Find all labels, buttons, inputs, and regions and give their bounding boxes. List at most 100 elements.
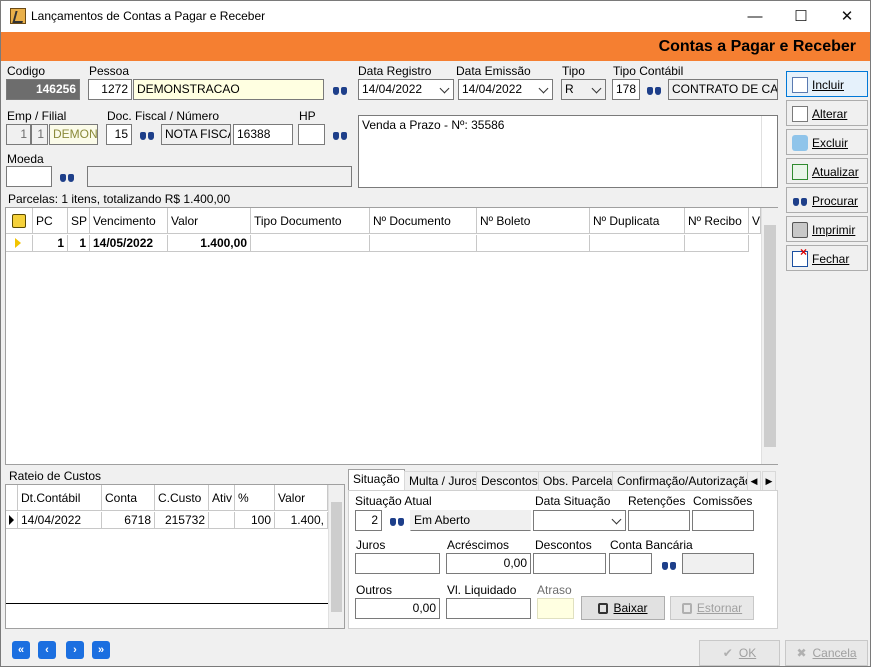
cell-sp[interactable]: 1 [68,235,90,252]
data-emissao-label: Data Emissão [456,64,531,78]
tab-multa-juros[interactable]: Multa / Juros [404,471,483,490]
minimize-button[interactable]: — [732,1,778,32]
col-vencimento[interactable]: Vencimento [90,208,168,234]
cell-n-boleto[interactable] [477,235,590,252]
col-conta[interactable]: Conta [102,485,155,511]
tipo-select[interactable]: R [561,79,606,100]
col-ccusto[interactable]: C.Custo [155,485,209,511]
moeda-field[interactable] [6,166,52,187]
situacao-search-icon[interactable] [389,514,405,528]
baixar-button[interactable]: Baixar [581,596,665,620]
tab-situacao[interactable]: Situação [348,469,405,490]
col-valor[interactable]: Valor [168,208,251,234]
hp-field[interactable] [298,124,325,145]
cell-n-documento[interactable] [370,235,477,252]
tab-scroll-left-icon[interactable]: ◀ [747,471,761,490]
tipo-contabil-code-field[interactable]: 178 [612,79,640,100]
cell-vencimento[interactable]: 14/05/2022 [90,235,168,252]
doc-fiscal-code-field[interactable]: 15 [106,124,132,145]
incluir-button[interactable]: Incluir [786,71,868,97]
cell-pct[interactable]: 100 [235,512,275,529]
tipo-contabil-search-icon[interactable] [646,83,662,97]
procurar-button[interactable]: Procurar [786,187,868,213]
cell-pc[interactable]: 1 [33,235,68,252]
ok-button[interactable]: ✔ OK [699,640,780,666]
cell-conta[interactable]: 6718 [102,512,155,529]
maximize-button[interactable]: ☐ [778,1,824,32]
tab-scroll-right-icon[interactable]: ▶ [762,471,776,490]
lock-icon [598,603,609,614]
close-button[interactable]: ✕ [824,1,870,32]
col-dt-contabil[interactable]: Dt.Contábil [18,485,102,511]
col-n-recibo[interactable]: Nº Recibo [685,208,749,234]
scroll-thumb[interactable] [331,502,342,612]
last-record-button[interactable]: » [92,641,110,659]
rateio-vscrollbar[interactable] [328,485,344,628]
tab-confirmacao[interactable]: Confirmação/Autorização [612,471,757,490]
col-pct[interactable]: % [235,485,275,511]
doc-numero-field[interactable]: 16388 [233,124,293,145]
descontos-field[interactable] [533,553,606,574]
pessoa-name-field[interactable]: DEMONSTRACAO [133,79,324,100]
data-emissao-field[interactable]: 14/04/2022 [458,79,553,100]
next-record-button[interactable]: › [66,641,84,659]
col-n-boleto[interactable]: Nº Boleto [477,208,590,234]
doc-fiscal-search-icon[interactable] [139,128,155,142]
cell-tipo-documento[interactable] [251,235,370,252]
moeda-name-field [87,166,352,187]
alterar-button[interactable]: Alterar [786,100,868,126]
outros-field[interactable]: 0,00 [355,598,440,619]
cell-dt-contabil[interactable]: 14/04/2022 [18,512,102,529]
rateio-grid[interactable]: Dt.Contábil Conta C.Custo Ativ % Valor 1… [5,484,345,629]
moeda-search-icon[interactable] [59,170,75,184]
chevron-down-icon[interactable] [538,83,550,95]
atualizar-button[interactable]: Atualizar [786,158,868,184]
parcelas-grid[interactable]: PC SP Vencimento Valor Tipo Documento Nº… [5,207,778,465]
juros-field[interactable] [355,553,440,574]
hp-search-icon[interactable] [332,128,348,142]
vl-liquidado-field[interactable] [446,598,531,619]
col-v[interactable]: V [749,208,761,234]
excluir-button[interactable]: Excluir [786,129,868,155]
acrescimos-field[interactable]: 0,00 [446,553,531,574]
cell-n-duplicata[interactable] [590,235,685,252]
tab-obs-parcela[interactable]: Obs. Parcela [538,471,618,490]
fechar-button[interactable]: × Fechar [786,245,868,271]
historico-memo[interactable]: Venda a Prazo - Nº: 35586 [358,115,778,188]
tab-descontos[interactable]: Descontos [476,471,543,490]
historico-scrollbar[interactable] [761,116,777,187]
parcelas-vscrollbar[interactable] [761,208,778,464]
pessoa-code-field[interactable]: 1272 [88,79,132,100]
col-n-documento[interactable]: Nº Documento [370,208,477,234]
scroll-thumb[interactable] [764,225,776,447]
estornar-button[interactable]: Estornar [670,596,754,620]
col-n-duplicata[interactable]: Nº Duplicata [590,208,685,234]
chevron-down-icon[interactable] [591,83,603,95]
cell-valor-rateio[interactable]: 1.400, [275,512,328,529]
pessoa-search-icon[interactable] [332,83,348,97]
codigo-field[interactable]: 146256 [6,79,80,100]
hp-label: HP [299,109,316,123]
cell-ccusto[interactable]: 215732 [155,512,209,529]
col-valor-rateio[interactable]: Valor [275,485,328,511]
col-pc[interactable]: PC [33,208,68,234]
first-record-button[interactable]: « [12,641,30,659]
comissoes-field[interactable] [692,510,754,531]
conta-bancaria-search-icon[interactable] [661,558,677,572]
col-tipo-documento[interactable]: Tipo Documento [251,208,370,234]
conta-bancaria-code-field[interactable] [609,553,652,574]
col-ativ[interactable]: Ativ [209,485,235,511]
data-situacao-field[interactable] [533,510,626,531]
data-registro-field[interactable]: 14/04/2022 [358,79,454,100]
retencoes-field[interactable] [628,510,690,531]
cell-n-recibo[interactable] [685,235,749,252]
cell-valor[interactable]: 1.400,00 [168,235,251,252]
cancela-button[interactable]: ✖ Cancela [785,640,868,666]
chevron-down-icon[interactable] [611,514,623,526]
cell-ativ[interactable] [209,512,235,529]
prev-record-button[interactable]: ‹ [38,641,56,659]
col-sp[interactable]: SP [68,208,90,234]
chevron-down-icon[interactable] [439,83,451,95]
imprimir-button[interactable]: Imprimir [786,216,868,242]
situacao-code-field[interactable]: 2 [355,510,382,531]
